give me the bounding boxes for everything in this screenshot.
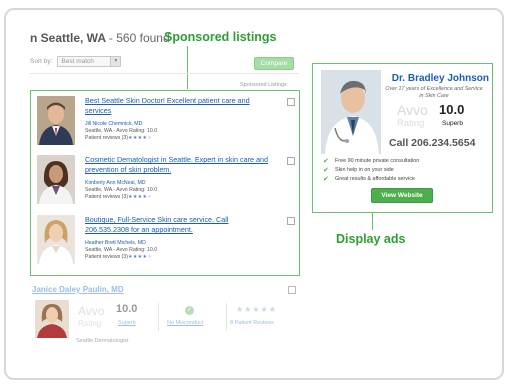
rating-stars: ★★★★★: [236, 305, 277, 314]
listing-doctor-name[interactable]: Heather Brett Michels, MD: [85, 240, 146, 246]
ad-feature-text: Great results & affordable service: [335, 176, 415, 182]
doctor-photo: [321, 70, 381, 154]
listing-title-link[interactable]: Boutique, Full-Service Skin care service…: [85, 215, 271, 235]
organic-avvo-score: 10.0: [116, 303, 138, 315]
sort-select[interactable]: Best match ▼: [57, 56, 122, 67]
rating-stars: ★★★★★: [127, 135, 153, 141]
compare-checkbox[interactable]: [288, 286, 296, 294]
listing-doctor-name[interactable]: Jill Nicole Chemnick, MD: [85, 121, 142, 127]
sponsored-listing: Best Seattle Skin Doctor! Excellent pati…: [37, 96, 297, 152]
ad-rating-word: Rating: [397, 118, 425, 129]
listing-location-rating: Seattle, WA - Avvo Rating: 10.0: [85, 128, 158, 134]
ad-avvo-score: 10.0: [439, 102, 465, 117]
ad-doctor-name[interactable]: Dr. Bradley Johnson: [381, 73, 489, 84]
sort-value: Best match: [61, 58, 94, 65]
listing-title-link[interactable]: Cosmetic Dematologist in Seattle. Expert…: [85, 155, 271, 175]
callout-connector-sponsored: [187, 46, 188, 89]
rating-stars: ★★★★★: [127, 194, 153, 200]
organic-listing-name[interactable]: Janice Daley Paulin, MD: [32, 285, 124, 294]
doctor-photo: [37, 96, 75, 145]
listing-reviews-label: Patient reviews (3): [85, 194, 128, 200]
compare-button[interactable]: Compare: [254, 57, 294, 70]
results-count: - 560 found: [108, 31, 170, 45]
listing-title-link[interactable]: Best Seattle Skin Doctor! Excellent pati…: [85, 96, 271, 116]
view-website-button[interactable]: View Website: [371, 188, 433, 203]
check-icon: ✔: [323, 167, 329, 174]
listing-meta: Seattle, WA - Avvo Rating: 10.0 Patient …: [85, 187, 157, 201]
callout-connector-display: [372, 213, 373, 230]
listing-location-rating: Seattle, WA - Avvo Rating: 10.0: [85, 247, 158, 253]
ad-feature-list: ✔ Free 90 minute private consultation ✔ Sk…: [323, 157, 419, 184]
listing-reviews-label: Patient reviews (3): [85, 254, 128, 260]
callout-sponsored-listings: Sponsored listings: [164, 30, 277, 44]
rating-stars: ★★★★★: [127, 254, 153, 260]
no-misconduct-link[interactable]: No Misconduct: [167, 320, 203, 326]
callout-display-ads: Display ads: [336, 232, 406, 246]
sponsored-listing: Boutique, Full-Service Skin care service…: [37, 215, 297, 271]
sponsored-listing: Cosmetic Dematologist in Seattle. Expert…: [37, 155, 297, 211]
organic-avvo-word: Avvo: [78, 304, 105, 318]
sort-label: Sort by:: [30, 58, 53, 65]
ad-feature-item: ✔ Skin help in on your side: [323, 166, 419, 175]
ad-feature-item: ✔ Great results & affordable service: [323, 175, 419, 184]
listing-reviews: Patient reviews (3)★★★★★: [85, 194, 157, 201]
check-icon: ✔: [323, 176, 329, 183]
listing-reviews: Patient reviews (3)★★★★★: [85, 135, 157, 142]
display-ad[interactable]: Dr. Bradley Johnson Over 17 years of Exc…: [312, 63, 493, 213]
compare-checkbox[interactable]: [287, 217, 295, 225]
check-circle-icon: ✓: [185, 306, 194, 315]
organic-specialty: Seattle Dermatologist: [76, 338, 129, 344]
sort-bar: Sort by: Best match ▼: [30, 56, 122, 67]
listing-reviews-label: Patient reviews (3): [85, 135, 128, 141]
divider: [30, 73, 298, 74]
doctor-photo: [35, 300, 69, 338]
chevron-down-icon: ▼: [110, 57, 121, 66]
ad-avvo-word: Avvo: [397, 102, 428, 118]
results-location: n Seattle, WA: [30, 31, 106, 45]
ad-feature-text: Free 90 minute private consultation: [335, 158, 420, 164]
results-header: n Seattle, WA - 560 found: [30, 31, 170, 45]
sponsored-listings-box: Best Seattle Skin Doctor! Excellent pati…: [30, 90, 300, 276]
compare-checkbox[interactable]: [287, 157, 295, 165]
ad-feature-item: ✔ Free 90 minute private consultation: [323, 157, 419, 166]
doctor-photo: [37, 155, 75, 204]
compare-checkbox[interactable]: [287, 98, 295, 106]
check-icon: ✔: [323, 158, 329, 165]
listing-reviews: Patient reviews (3)★★★★★: [85, 254, 157, 261]
listing-doctor-name[interactable]: Kimberly Ann McNeal, MD: [85, 180, 146, 186]
organic-superb-link[interactable]: Superb: [118, 320, 136, 326]
ad-feature-text: Skin help in on your side: [335, 167, 394, 173]
listing-location-rating: Seattle, WA - Avvo Rating: 10.0: [85, 187, 158, 193]
divider: [226, 303, 227, 331]
listing-meta: Seattle, WA - Avvo Rating: 10.0 Patient …: [85, 128, 157, 142]
divider: [158, 303, 159, 331]
doctor-photo: [37, 215, 75, 264]
ad-superb-label: Superb: [442, 120, 463, 127]
ad-tagline: Over 17 years of Excellence and Service …: [385, 86, 483, 99]
patient-reviews-link[interactable]: 8 Patient Reviews: [230, 320, 274, 326]
organic-rating-word: Rating: [78, 319, 102, 328]
sponsored-listings-tag: Sponsored Listings: [240, 82, 287, 88]
ad-phone[interactable]: Call 206.234.5654: [389, 137, 475, 149]
listing-meta: Seattle, WA - Avvo Rating: 10.0 Patient …: [85, 247, 157, 261]
